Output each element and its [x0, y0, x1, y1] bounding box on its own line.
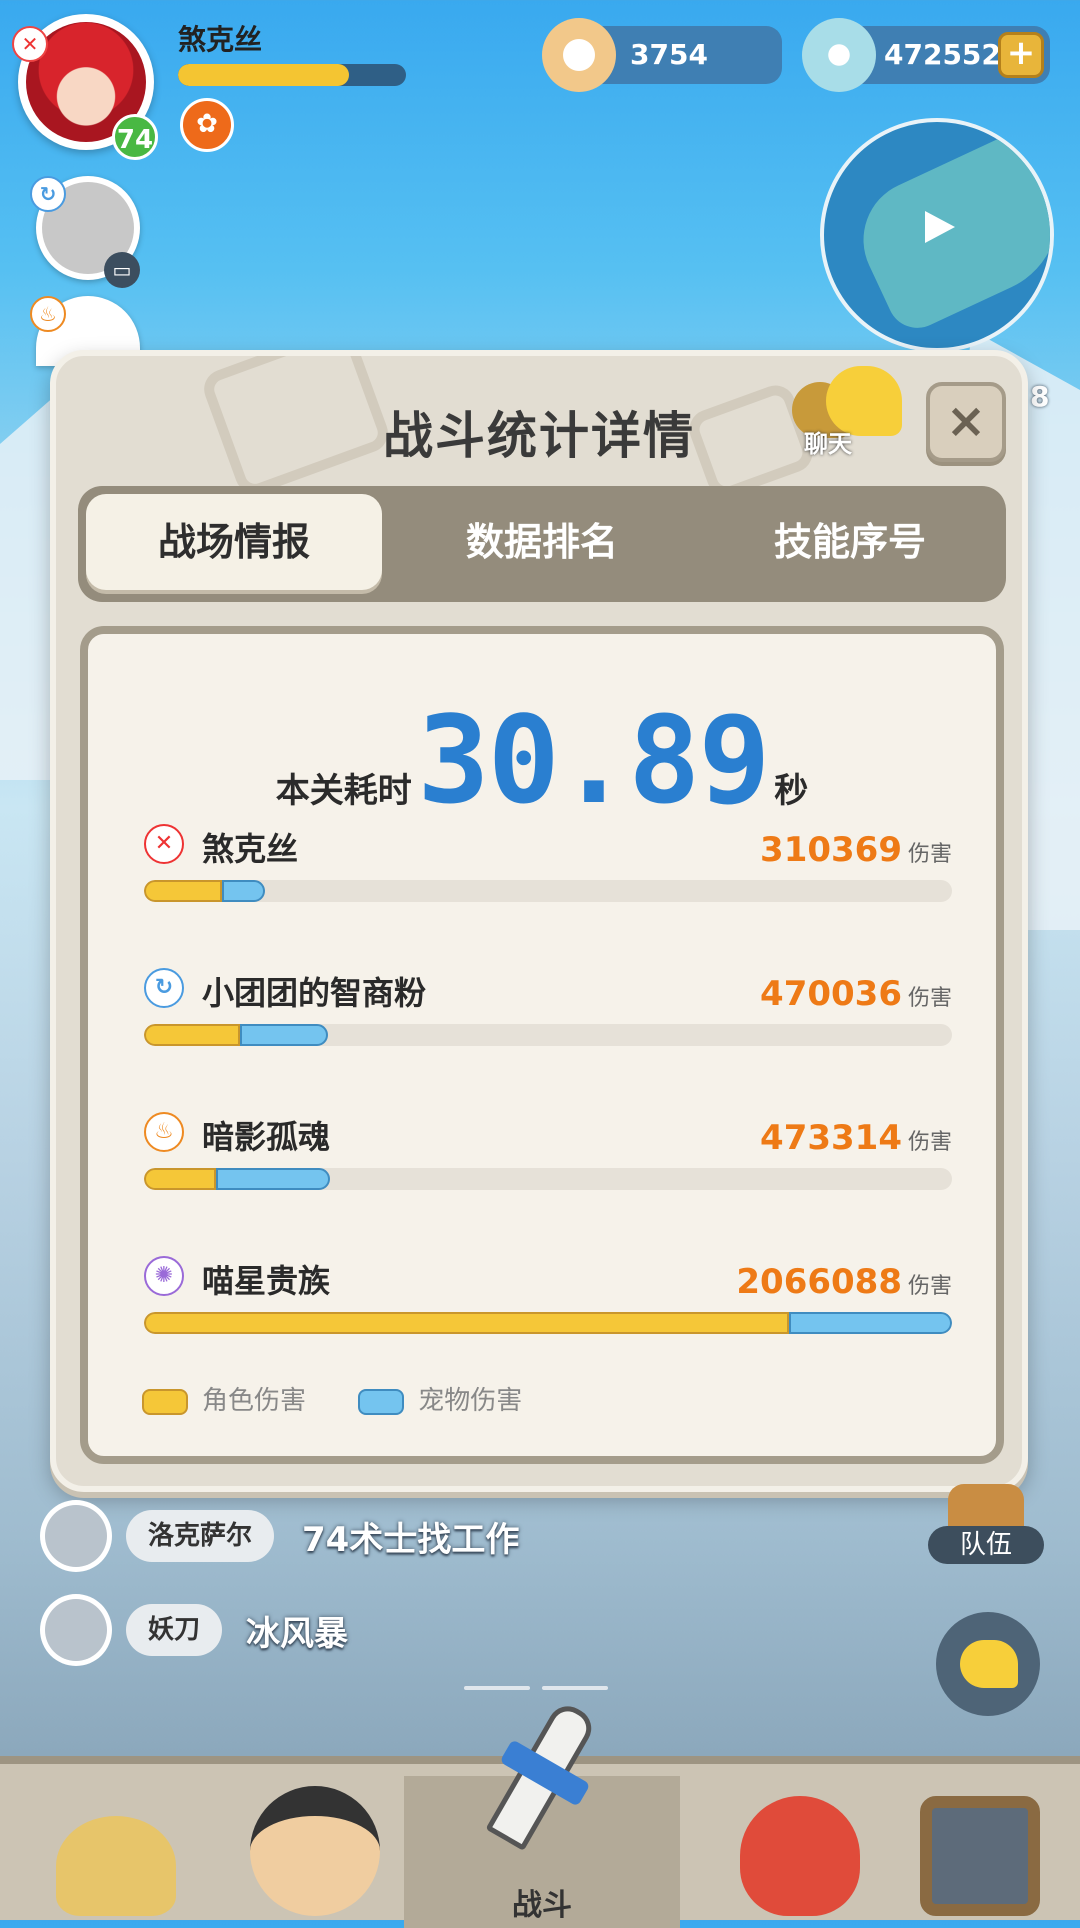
- tab-battle-info[interactable]: 战场情报: [86, 494, 382, 590]
- nav-battle-label: 战斗: [512, 1888, 572, 1923]
- add-currency-button[interactable]: +: [998, 32, 1044, 78]
- damage-total-value: 2066088: [736, 1262, 902, 1302]
- close-button[interactable]: ×: [926, 382, 1006, 462]
- damage-unit: 伤害: [907, 986, 952, 1011]
- nav-portal[interactable]: [880, 1776, 1080, 1928]
- damage-total: 473314 伤害: [760, 1118, 952, 1158]
- damage-bar-track: [144, 1168, 952, 1190]
- chat-avatar: [40, 1594, 112, 1666]
- damage-total-value: 470036: [760, 974, 902, 1014]
- chat-text: 冰风暴: [246, 1614, 348, 1654]
- team-label: 队伍: [928, 1526, 1044, 1564]
- char-damage-bar: [144, 1168, 216, 1190]
- pet-damage-bar: [222, 880, 265, 902]
- clear-time-label: 本关耗时: [275, 771, 412, 811]
- hunter-class-icon: ♨: [144, 1112, 184, 1152]
- damage-bar-track: [144, 1024, 952, 1046]
- chat-sender: 洛克萨尔: [126, 1510, 275, 1562]
- tab-data-ranking[interactable]: 数据排名: [394, 494, 690, 590]
- legend-pet-label: 宠物伤害: [418, 1386, 523, 1416]
- damage-total: 310369 伤害: [760, 830, 952, 870]
- battle-info-content: 本关耗时 30.89 秒 ✕ 煞克丝 310369 伤害 ↻ 小团团的智商粉 470036 伤…: [80, 626, 1004, 1464]
- warrior-class-icon: ✕: [144, 824, 184, 864]
- damage-row: ↻ 小团团的智商粉 470036 伤害: [144, 968, 952, 1068]
- chat-icon: [960, 1640, 1018, 1688]
- player-name-label: 喵星贵族: [202, 1262, 331, 1300]
- pet-icon: [740, 1796, 860, 1916]
- clear-time-value: 30.89: [417, 692, 770, 831]
- chat-label: 聊天: [804, 430, 852, 458]
- char-damage-bar: [144, 1024, 240, 1046]
- damage-row: ✺ 喵星贵族 2066088 伤害: [144, 1256, 952, 1356]
- char-damage-bar: [144, 1312, 789, 1334]
- chat-shortcut[interactable]: 聊天: [792, 366, 902, 458]
- team-button[interactable]: 队伍: [928, 1484, 1044, 1564]
- page-indicator: [464, 1686, 530, 1690]
- character-icon: [56, 1816, 176, 1916]
- mage-class-icon: ↻: [30, 176, 66, 212]
- damage-row: ✕ 煞克丝 310369 伤害: [144, 824, 952, 924]
- player-name-label: 暗影孤魂: [202, 1118, 331, 1156]
- chat-message[interactable]: 洛克萨尔 74术士找工作: [40, 1500, 640, 1580]
- page-indicator: [542, 1686, 608, 1690]
- player-marker-icon: [925, 211, 955, 243]
- char-damage-bar: [144, 880, 222, 902]
- player-name-label: 煞克丝: [202, 830, 299, 868]
- minimap[interactable]: [820, 118, 1054, 352]
- warrior-class-icon: ✕: [12, 26, 48, 62]
- chat-avatar: [40, 1500, 112, 1572]
- damage-bar-track: [144, 880, 952, 902]
- player-level-badge: 74: [112, 114, 158, 160]
- shell-currency[interactable]: 3754: [542, 18, 782, 92]
- portal-icon: [920, 1796, 1040, 1916]
- damage-row: ♨ 暗影孤魂 473314 伤害: [144, 1112, 952, 1212]
- pet-damage-bar: [789, 1312, 952, 1334]
- shell-amount: 3754: [630, 38, 708, 71]
- player-name: 煞克丝: [178, 23, 263, 56]
- legend-pet-swatch: [358, 1388, 405, 1415]
- offline-icon: ▭: [104, 252, 140, 288]
- damage-unit: 伤害: [907, 1274, 952, 1299]
- clear-time-unit: 秒: [774, 771, 809, 811]
- damage-unit: 伤害: [907, 1130, 952, 1155]
- pet-damage-bar: [216, 1168, 330, 1190]
- chat-message[interactable]: 妖刀 冰风暴: [40, 1594, 640, 1674]
- gem-amount: 472552: [884, 38, 1001, 71]
- player-xp-bar: [178, 64, 406, 86]
- mage-class-icon: ↻: [144, 968, 184, 1008]
- gem-icon: [802, 18, 876, 92]
- nav-pet[interactable]: [700, 1776, 900, 1928]
- battle-stats-panel: 战斗统计详情 聊天 × 战场情报 数据排名 技能序号 本关耗时 30.89 秒 …: [50, 350, 1028, 1492]
- damage-bar-track: [144, 1312, 952, 1334]
- damage-total-value: 310369: [760, 830, 902, 870]
- damage-unit: 伤害: [907, 842, 952, 867]
- damage-total: 2066088 伤害: [736, 1262, 952, 1302]
- chat-text: 74术士找工作: [302, 1520, 520, 1560]
- chat-button[interactable]: [936, 1612, 1040, 1716]
- guild-icon: [250, 1786, 380, 1916]
- shell-icon: [542, 18, 616, 92]
- legend-char-swatch: [142, 1388, 188, 1415]
- chat-sender: 妖刀: [126, 1604, 223, 1656]
- tab-skill-order[interactable]: 技能序号: [702, 494, 998, 590]
- damage-total-value: 473314: [760, 1118, 902, 1158]
- pet-damage-bar: [240, 1024, 328, 1046]
- tab-bar: 战场情报 数据排名 技能序号: [78, 486, 1006, 602]
- chart-legend: 角色伤害 宠物伤害: [142, 1380, 522, 1417]
- buff-icon[interactable]: ✿: [180, 98, 234, 152]
- legend-char-label: 角色伤害: [202, 1386, 307, 1416]
- summoner-class-icon: ✺: [144, 1256, 184, 1296]
- player-name-label: 小团团的智商粉: [202, 974, 427, 1012]
- nav-character[interactable]: [16, 1776, 216, 1928]
- nav-guild[interactable]: [220, 1776, 420, 1928]
- battle-sword-icon: [470, 1699, 620, 1870]
- damage-total: 470036 伤害: [760, 974, 952, 1014]
- gem-currency[interactable]: 472552 +: [802, 18, 1050, 92]
- hunter-class-icon: ♨: [30, 296, 66, 332]
- clear-time: 本关耗时 30.89 秒: [88, 692, 996, 831]
- player-xp-fill: [178, 64, 349, 86]
- side-counter: 8: [1030, 380, 1050, 413]
